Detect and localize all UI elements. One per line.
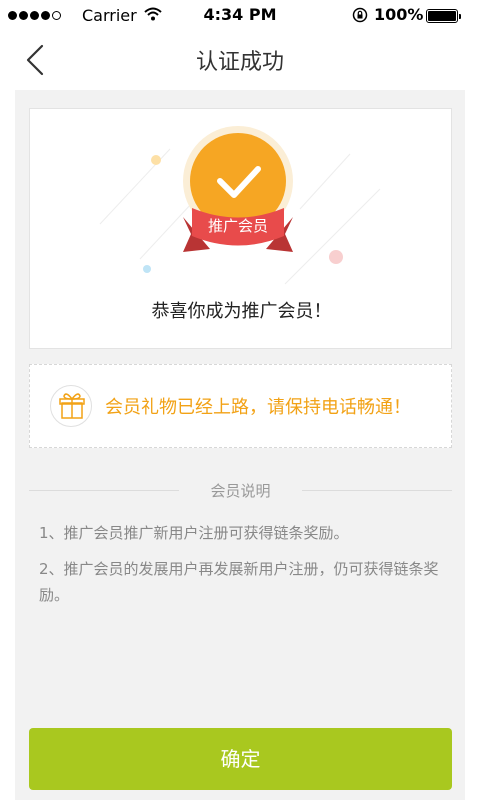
gift-notice: 会员礼物已经上路，请保持电话畅通！: [29, 364, 452, 448]
divider-line: [302, 490, 452, 491]
gift-notice-text: 会员礼物已经上路，请保持电话畅通！: [105, 397, 411, 418]
page-title: 认证成功: [195, 50, 284, 75]
gift-icon: [50, 385, 92, 427]
rule-item: 1、推广会员推广新用户注册可获得链条奖励。: [39, 524, 349, 542]
success-message: 恭喜你成为推广会员！: [151, 301, 332, 322]
main-content: 推广会员 恭喜你成为推广会员！ 会员礼物已经上路，请保持电话畅通！ 会员说明 1…: [15, 90, 465, 800]
decor-dot: [329, 250, 343, 264]
chevron-left-icon[interactable]: [18, 42, 54, 78]
badge-label: 推广会员: [208, 217, 268, 235]
battery-icon: [426, 9, 461, 23]
decor-dot: [143, 265, 151, 273]
success-card: 推广会员 恭喜你成为推广会员！: [29, 108, 452, 349]
orientation-lock-icon: [352, 7, 368, 23]
confirm-button[interactable]: 确定: [29, 728, 452, 790]
decor-dot: [151, 155, 161, 165]
status-bar: Carrier 4:34 PM 100%: [0, 0, 480, 30]
battery-percent: 100%: [374, 5, 424, 24]
navigation-bar: 认证成功: [0, 30, 480, 90]
rule-item: 2、推广会员的发展用户再发展新用户注册，仍可获得链条奖励。: [39, 560, 439, 604]
rules-list: 1、推广会员推广新用户注册可获得链条奖励。 2、推广会员的发展用户再发展新用户注…: [39, 520, 444, 618]
rules-divider: 会员说明: [29, 480, 452, 500]
